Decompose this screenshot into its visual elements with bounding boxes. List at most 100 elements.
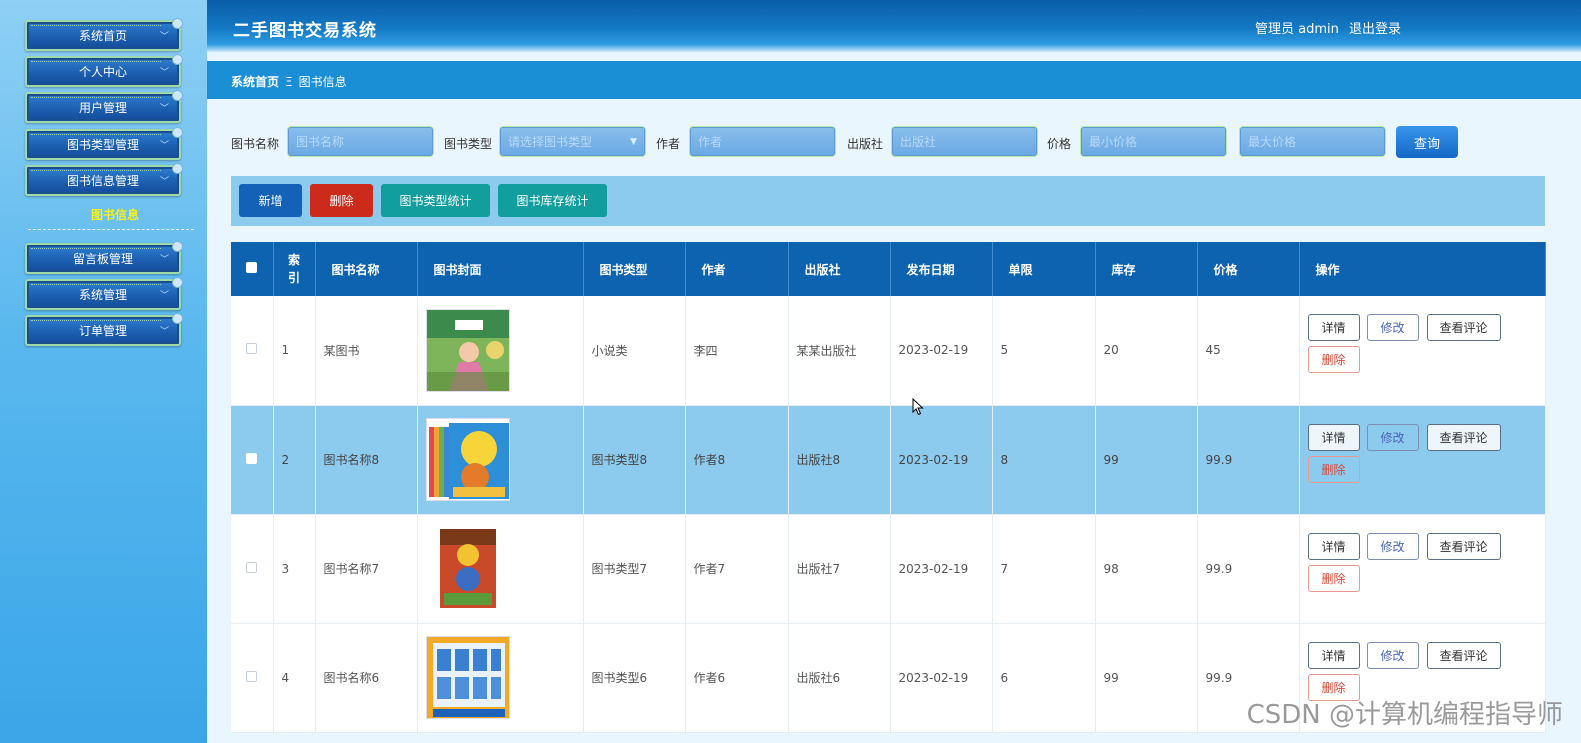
cell-price: 45 [1197,296,1300,406]
ops-group: 详情 修改 查看评论 删除 [1307,314,1545,386]
cell-stock: 20 [1095,296,1198,406]
cell-cover [417,623,584,733]
cell-date: 2023-02-19 [890,514,993,624]
cell-cover [417,514,584,624]
query-button[interactable]: 查询 [1396,126,1458,158]
price-max-input[interactable] [1239,126,1386,157]
row-checkbox[interactable] [246,452,258,464]
chevron-down-icon: ﹀ [159,255,169,265]
book-type-select[interactable]: 请选择图书类型 ▼ [499,126,646,157]
cell-cover [417,405,584,515]
detail-button[interactable]: 详情 [1307,423,1360,451]
cell-publisher: 某某出版社 [788,296,891,406]
cell-limit: 5 [992,296,1096,406]
col-index-label: 索 引 [287,253,300,285]
book-cover-image [425,418,510,501]
top-header: 二手图书交易系统 管理员 admin 退出登录 [207,0,1581,52]
edit-button[interactable]: 修改 [1366,423,1419,451]
book-cover-image [425,636,510,719]
table-row: 1 某图书 小说类 李四 某某出版社 2023-02-19 5 20 45 详情… [231,296,1546,406]
breadcrumb-separator: Ξ [285,75,293,89]
sidebar-item-label: 系统首页 [78,29,127,43]
action-toolbar: 新增 删除 图书类型统计 图书库存统计 [231,176,1545,226]
row-select-cell [231,623,274,733]
book-table: 索 引 图书名称 图书封面 图书类型 作者 出版社 发布日期 单限 库存 价格 … [231,242,1546,733]
view-comments-button[interactable]: 查看评论 [1426,314,1501,342]
price-min-input[interactable] [1080,126,1227,157]
cell-stock: 98 [1095,514,1198,624]
chevron-down-icon: ▼ [630,137,637,147]
sidebar-item-book-info[interactable]: 图书信息管理 ﹀ [25,163,183,196]
col-cover: 图书封面 [417,242,584,296]
cell-limit: 7 [992,514,1096,624]
breadcrumb-current: 图书信息 [298,75,347,89]
cell-name: 图书名称6 [315,623,418,733]
cell-date: 2023-02-19 [890,623,993,733]
sidebar-item-message-board[interactable]: 留言板管理 ﹀ [25,241,183,274]
cell-ops: 详情 修改 查看评论 删除 [1299,405,1546,515]
row-checkbox[interactable] [246,343,258,355]
sidebar-item-orders[interactable]: 订单管理 ﹀ [25,313,183,346]
cell-type: 图书类型6 [583,623,686,733]
stock-stats-button[interactable]: 图书库存统计 [498,184,607,217]
detail-button[interactable]: 详情 [1307,641,1360,669]
cell-type: 图书类型7 [583,514,686,624]
detail-button[interactable]: 详情 [1307,532,1360,560]
sidebar-item-profile[interactable]: 个人中心 ﹀ [25,54,183,87]
table-row: 2 图书名称8 图书类型8 作者8 出版社8 2023-02-19 8 99 9… [231,405,1546,515]
cell-ops: 详情 修改 查看评论 删除 [1299,514,1546,624]
table-header-row: 索 引 图书名称 图书封面 图书类型 作者 出版社 发布日期 单限 库存 价格 … [231,242,1546,296]
row-delete-button[interactable]: 删除 [1307,455,1360,483]
sidebar-item-label: 个人中心 [78,65,127,79]
edit-button[interactable]: 修改 [1366,532,1419,560]
logout-link[interactable]: 退出登录 [1349,22,1401,37]
sidebar-item-system[interactable]: 系统管理 ﹀ [25,277,183,310]
row-delete-button[interactable]: 删除 [1307,346,1360,374]
cell-name: 图书名称7 [315,514,418,624]
row-select-cell [231,514,274,624]
delete-button[interactable]: 删除 [310,184,373,217]
row-delete-button[interactable]: 删除 [1307,564,1360,592]
mouse-cursor-icon [912,398,924,416]
chevron-down-icon: ﹀ [159,104,169,114]
price-label: 价格 [1047,137,1072,151]
current-user: 管理员 admin [1254,22,1339,37]
edit-button[interactable]: 修改 [1366,314,1419,342]
row-select-cell [231,405,274,515]
cell-index: 4 [273,623,316,733]
type-stats-button[interactable]: 图书类型统计 [381,184,490,217]
view-comments-button[interactable]: 查看评论 [1426,423,1501,451]
sidebar-item-users[interactable]: 用户管理 ﹀ [25,90,183,123]
sidebar-subitem-book-info[interactable]: 图书信息 [25,206,205,223]
author-input[interactable] [689,126,836,157]
row-checkbox[interactable] [246,670,258,682]
breadcrumb-bar: 系统首页 Ξ 图书信息 [207,61,1581,99]
view-comments-button[interactable]: 查看评论 [1426,641,1501,669]
breadcrumb-home[interactable]: 系统首页 [231,75,279,89]
cell-type: 图书类型8 [583,405,686,515]
edit-button[interactable]: 修改 [1366,641,1419,669]
row-checkbox[interactable] [246,561,258,573]
cell-date: 2023-02-19 [890,296,993,406]
cell-name: 图书名称8 [315,405,418,515]
view-comments-button[interactable]: 查看评论 [1426,532,1501,560]
col-name: 图书名称 [315,242,418,296]
detail-button[interactable]: 详情 [1307,314,1360,342]
select-all-header [231,242,274,296]
author-label: 作者 [656,137,681,151]
ops-group: 详情 修改 查看评论 删除 [1307,423,1545,496]
book-name-input[interactable] [287,126,434,157]
chevron-down-icon: ﹀ [159,141,169,151]
cell-publisher: 出版社8 [788,405,891,515]
chevron-down-icon: ﹀ [159,327,169,337]
chevron-down-icon: ﹀ [159,177,169,187]
col-limit: 单限 [992,242,1096,296]
col-index: 索 引 [273,242,316,296]
add-button[interactable]: 新增 [239,184,302,217]
sidebar-item-book-types[interactable]: 图书类型管理 ﹀ [25,127,183,160]
sidebar-item-label: 系统管理 [78,288,127,302]
select-all-checkbox[interactable] [246,262,258,273]
publisher-input[interactable] [891,126,1038,157]
cell-date: 2023-02-19 [890,405,993,515]
sidebar-item-home[interactable]: 系统首页 ﹀ [25,18,183,51]
